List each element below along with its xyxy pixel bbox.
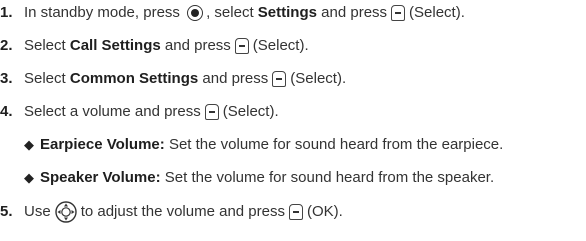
step-text: In standby mode, press bbox=[24, 4, 180, 21]
step-number: 2. bbox=[0, 37, 13, 54]
bullet-text: Set the volume for sound heard from the … bbox=[168, 136, 504, 153]
step-text: , select bbox=[206, 4, 254, 21]
left-soft-key-icon bbox=[288, 204, 303, 220]
step-text: and press bbox=[321, 4, 388, 21]
step-text: and press bbox=[202, 70, 269, 87]
left-soft-key-icon bbox=[234, 38, 249, 54]
left-soft-key-icon bbox=[272, 71, 287, 87]
step-text: and press bbox=[164, 37, 231, 54]
navigation-key-icon bbox=[54, 201, 77, 223]
left-soft-key-icon bbox=[204, 104, 219, 120]
step-text: (OK). bbox=[306, 203, 343, 220]
step-text: Use bbox=[24, 203, 51, 220]
step-number: 1. bbox=[0, 4, 13, 21]
diamond-bullet-icon: ◆ bbox=[24, 137, 34, 152]
step-4: 4. Select a volume and press (Select). bbox=[0, 102, 279, 122]
menu-common-settings: Common Settings bbox=[69, 70, 199, 87]
step-text: to adjust the volume and press bbox=[80, 203, 285, 220]
step-text: Select bbox=[24, 70, 66, 87]
step-number: 5. bbox=[0, 203, 13, 220]
bullet-earpiece-volume: ◆ Earpiece Volume: Set the volume for so… bbox=[24, 135, 503, 155]
step-text: Select a volume and press bbox=[24, 103, 201, 120]
diamond-bullet-icon: ◆ bbox=[24, 170, 34, 185]
step-text: (Select). bbox=[222, 103, 279, 120]
left-soft-key-icon bbox=[391, 5, 406, 21]
step-number: 4. bbox=[0, 103, 13, 120]
bullet-text: Set the volume for sound heard from the … bbox=[164, 169, 495, 186]
bullet-title: Speaker Volume: bbox=[40, 169, 161, 186]
step-text: (Select). bbox=[409, 4, 465, 21]
step-1: 1. In standby mode, press , select Setti… bbox=[0, 3, 465, 23]
bullet-title: Earpiece Volume: bbox=[40, 136, 165, 153]
bullet-speaker-volume: ◆ Speaker Volume: Set the volume for sou… bbox=[24, 168, 494, 188]
step-number: 3. bbox=[0, 70, 13, 87]
step-text: (Select). bbox=[290, 70, 347, 87]
step-5: 5. Use to adjust the volume and press (O… bbox=[0, 201, 343, 223]
menu-call-settings: Call Settings bbox=[69, 37, 161, 54]
step-text: (Select). bbox=[252, 37, 309, 54]
step-2: 2. Select Call Settings and press (Selec… bbox=[0, 36, 309, 56]
step-3: 3. Select Common Settings and press (Sel… bbox=[0, 69, 346, 89]
step-text: Select bbox=[24, 37, 66, 54]
menu-settings: Settings bbox=[257, 4, 317, 21]
center-key-icon bbox=[187, 5, 204, 21]
